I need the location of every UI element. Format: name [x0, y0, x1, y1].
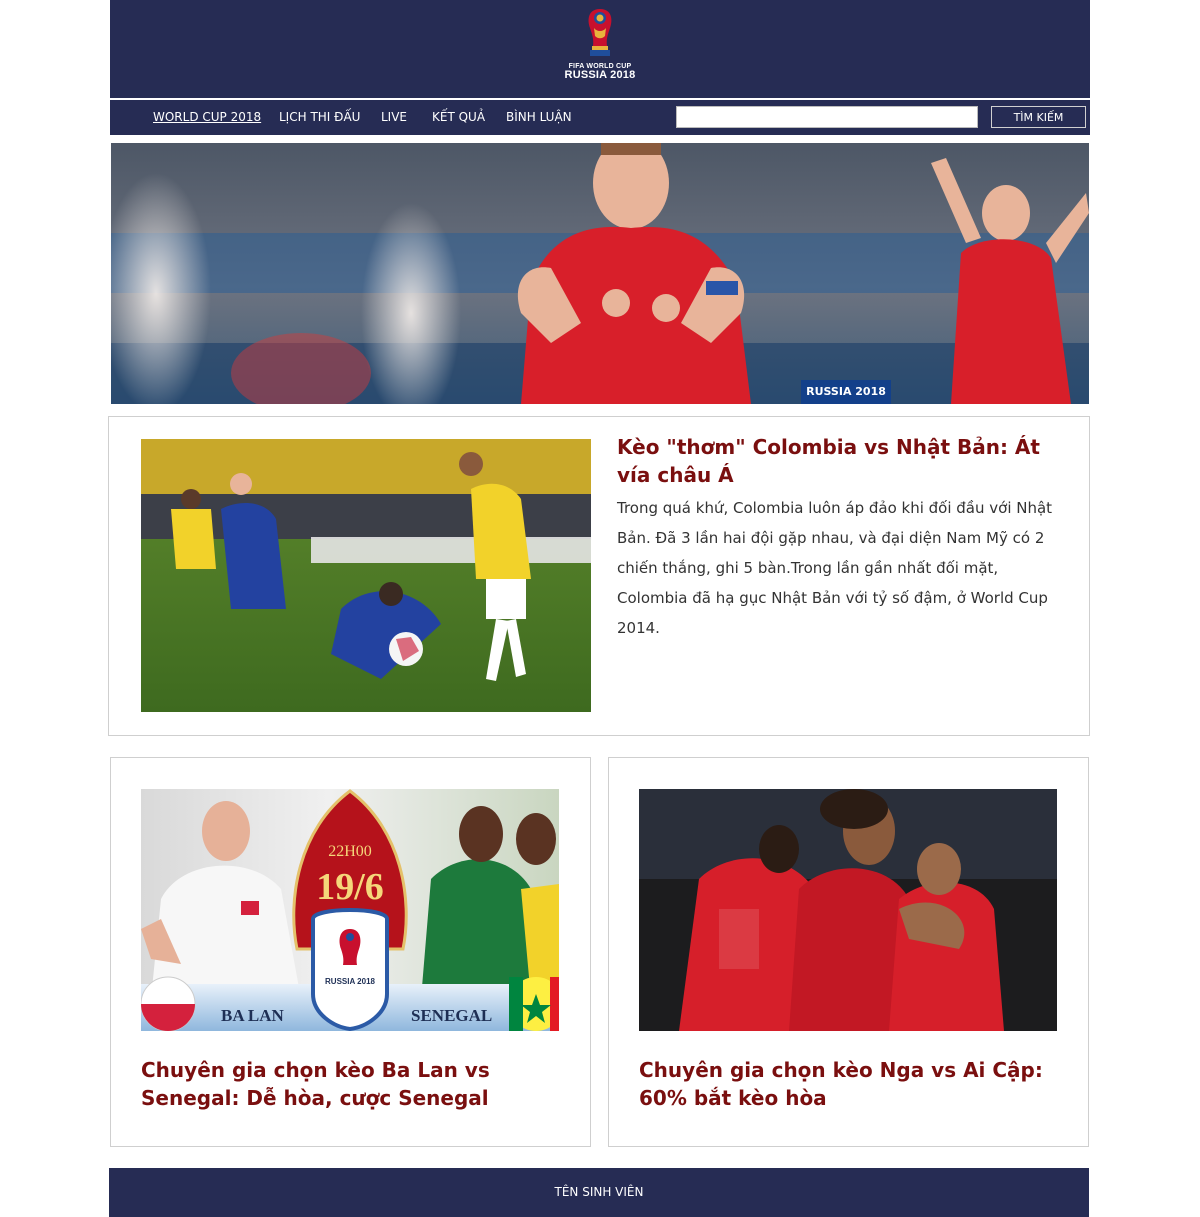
- match-photo: [141, 439, 591, 712]
- world-cup-logo[interactable]: FIFA WORLD CUP RUSSIA 2018: [560, 6, 640, 86]
- search-input[interactable]: [676, 106, 978, 128]
- nav-item-results[interactable]: KẾT QUẢ: [432, 110, 485, 124]
- hero-photo: [111, 143, 1089, 404]
- match-preview-graphic: 22H00 19/6 BA LAN SENEGAL RUSSIA 2018: [141, 789, 559, 1031]
- logo-caption: RUSSIA 2018: [325, 977, 376, 986]
- featured-article-image[interactable]: [141, 439, 591, 712]
- team-right-label: SENEGAL: [411, 1006, 492, 1025]
- celebration-photo: [639, 789, 1057, 1031]
- article-title-poland-senegal[interactable]: Chuyên gia chọn kèo Ba Lan vs Senegal: D…: [141, 1056, 559, 1112]
- trophy-emblem-icon: [588, 9, 612, 56]
- nav-item-live[interactable]: LIVE: [381, 110, 407, 124]
- team-left-label: BA LAN: [221, 1006, 285, 1025]
- article-title-russia-egypt[interactable]: Chuyên gia chọn kèo Nga vs Ai Cập: 60% b…: [639, 1056, 1057, 1112]
- nav-item-comments[interactable]: BÌNH LUẬN: [506, 110, 572, 124]
- article-image-poland-senegal[interactable]: 22H00 19/6 BA LAN SENEGAL RUSSIA 2018: [141, 789, 559, 1031]
- site-header: FIFA WORLD CUP RUSSIA 2018: [110, 0, 1090, 98]
- article-image-russia-egypt[interactable]: [639, 789, 1057, 1031]
- nav-item-schedule[interactable]: LỊCH THI ĐẤU: [279, 110, 360, 124]
- match-time-text: 22H00: [328, 843, 372, 860]
- footer-text: TÊN SINH VIÊN: [554, 1185, 644, 1199]
- site-footer: TÊN SINH VIÊN: [109, 1168, 1089, 1217]
- nav-item-world-cup-2018[interactable]: WORLD CUP 2018: [153, 110, 261, 124]
- search-button[interactable]: TÌM KIẾM: [991, 106, 1086, 128]
- featured-article-summary: Trong quá khứ, Colombia luôn áp đảo khi …: [617, 499, 1053, 637]
- featured-article-title[interactable]: Kèo "thơm" Colombia vs Nhật Bản: Át vía …: [617, 433, 1057, 489]
- match-date-text: 19/6: [316, 866, 384, 908]
- hero-banner[interactable]: RUSSIA 2018: [111, 143, 1089, 404]
- main-nav: WORLD CUP 2018 LỊCH THI ĐẤU LIVE KẾT QUẢ…: [110, 100, 1090, 135]
- logo-line-2: RUSSIA 2018: [564, 69, 636, 81]
- hero-badge: RUSSIA 2018: [801, 380, 891, 404]
